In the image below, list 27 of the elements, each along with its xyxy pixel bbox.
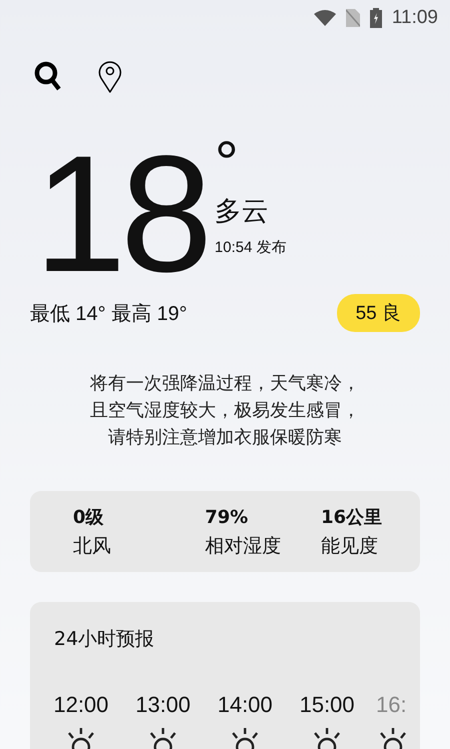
temperature: 18 [34, 150, 207, 280]
hour-time: 13:00 [135, 692, 191, 718]
degree-sign: ° [214, 140, 240, 186]
forecast-title: 24小时预报 [53, 627, 156, 652]
search-icon[interactable] [34, 61, 62, 91]
detail-label: 北风 [73, 534, 112, 559]
hour-time: 16: [376, 692, 407, 718]
status-time: 11:09 [392, 7, 438, 29]
weather-advice-line: 请特别注意增加衣服保暖防寒 [108, 426, 342, 450]
weather-condition: 多云 [214, 195, 270, 229]
detail-value: 16公里 [321, 506, 384, 530]
detail-value: 0级 [73, 506, 105, 530]
detail-value: 79% [205, 506, 250, 530]
no-sim-icon [346, 9, 360, 27]
wifi-icon [314, 10, 336, 26]
weather-advice-line: 将有一次强降温过程，天气寒冷， [90, 372, 360, 396]
location-pin-icon[interactable] [98, 60, 122, 92]
hour-time: 12:00 [53, 692, 109, 718]
air-quality-badge[interactable]: 55 良 [336, 294, 420, 332]
hour-time: 14:00 [217, 692, 273, 718]
weather-advice-line: 且空气湿度较大，极易发生感冒， [90, 399, 360, 423]
detail-label: 相对湿度 [205, 534, 282, 559]
detail-label: 能见度 [321, 534, 379, 559]
low-high-temperature: 最低 14° 最高 19° [30, 302, 188, 326]
publish-time: 10:54 发布 [214, 238, 286, 257]
battery-icon [370, 8, 382, 28]
hour-time: 15:00 [299, 692, 355, 718]
